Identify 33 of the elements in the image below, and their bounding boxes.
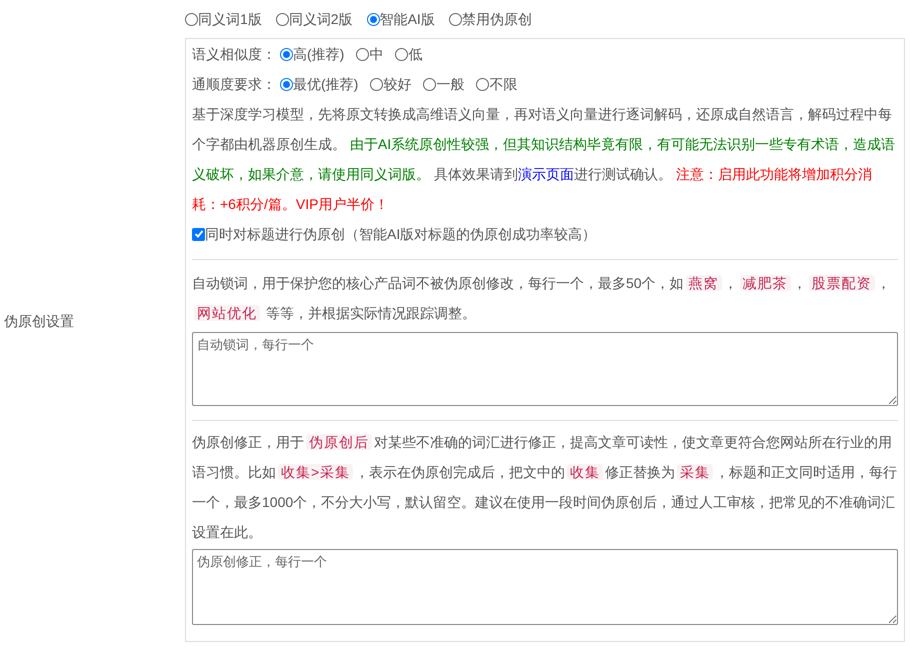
option-label: 禁用伪原创: [462, 10, 532, 28]
field-label: 语义相似度：: [192, 44, 276, 64]
option-label: 不限: [489, 74, 518, 94]
option-label: 中: [369, 44, 384, 64]
radio-button[interactable]: [280, 48, 293, 60]
option-label: 智能AI版: [380, 10, 435, 28]
radio-button[interactable]: [366, 12, 380, 26]
description-text: 基于深度学习模型，先将原文转换成高维语义向量，再对语义向量进行逐词解码，还原成自然语言，解码过程中每个字都由机器原创生成。 由于AI系统原创性较强，但其知识结构毕竟有限，有可能无法识别一些专有术语，造成语义破坏，如果介意，请使用同义词版。 具体效果请到演示页面进行测试确认。 注意：启用此功能将增加积分消耗：+6积分/篇。VIP用户半价！: [192, 105, 896, 214]
radio-button[interactable]: [280, 78, 293, 90]
option-label: 高(推荐): [293, 44, 344, 64]
radio-button[interactable]: [185, 12, 198, 26]
option-label: 最优(推荐): [293, 74, 358, 94]
radio-button[interactable]: [476, 78, 490, 90]
field-label: 通顺度要求：: [192, 74, 276, 94]
title-checkbox[interactable]: [192, 228, 205, 240]
description-text: 自动锁词，用于保护您的核心产品词不被伪原创修改，每行一个，最多50个，如 燕窝 ， 减肥茶 ， 股票配资 ， 网站优化 等等，并根据实际情况跟踪调整。: [192, 274, 892, 323]
correction-field[interactable]: 伪原创修正，每行一个: [192, 549, 898, 625]
option-label: 低: [408, 44, 422, 64]
option-label: 同义词2版: [288, 10, 353, 28]
radio-button[interactable]: [370, 78, 384, 90]
option-label: 较好: [383, 74, 412, 94]
radio-button[interactable]: [356, 48, 370, 60]
radio-button[interactable]: [276, 12, 289, 26]
checkbox-label: 同时对标题进行伪原创（智能AI版对标题的伪原创成功率较高）: [205, 224, 596, 244]
radio-button[interactable]: [448, 12, 462, 26]
option-label: 同义词1版: [198, 10, 262, 28]
settings-label: 伪原创设置: [4, 312, 74, 330]
description-text: 伪原创修正，用于 伪原创后 对某些不准确的词汇进行修正，提高文章可读性，使文章更符合您网站所在行业的用语习惯。比如 收集>采集 ，表示在伪原创完成后，把文中的 收集 修正替换为 采集 ，标题和正文同时适用，每行一个，最多1000个，不分大小写，默认留空。建议在使用一段时间伪原创后，通过人工审核，把常见的不准确词汇设置在此。: [192, 433, 898, 542]
radio-button[interactable]: [423, 78, 436, 90]
lock-words-field[interactable]: 自动锁词，每行一个: [192, 332, 898, 406]
radio-button[interactable]: [395, 48, 408, 60]
option-label: 一般: [436, 74, 464, 94]
demo-link[interactable]: 演示页面: [518, 166, 574, 182]
